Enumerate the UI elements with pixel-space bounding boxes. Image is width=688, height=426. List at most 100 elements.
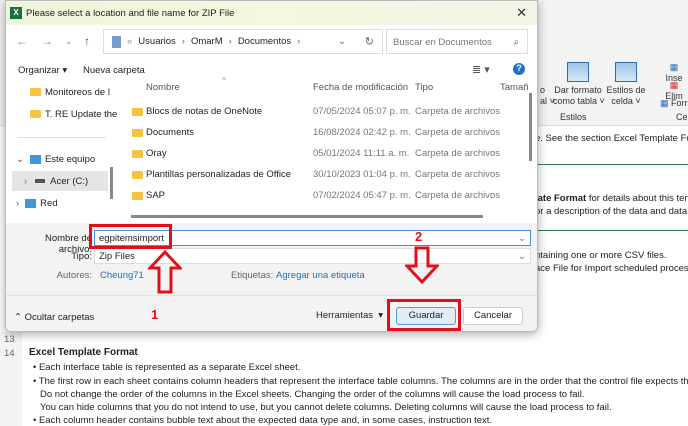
- file-name: Documents: [146, 127, 195, 138]
- format-as-table-button[interactable]: Dar formato como tabla ˅: [553, 62, 605, 107]
- hide-folders-button[interactable]: ⌃ Ocultar carpetas: [14, 312, 94, 323]
- breadcrumb-documentos[interactable]: Documentos: [238, 36, 291, 47]
- navigation-pane: Monitoreos de l T. RE Update the ⌄ Este e…: [6, 79, 117, 223]
- filename-highlight-box: [89, 224, 172, 249]
- column-name[interactable]: Nombre: [146, 82, 180, 93]
- file-name: Blocs de notas de OneNote: [146, 106, 263, 117]
- breadcrumb-usuarios[interactable]: Usuarios: [138, 36, 176, 47]
- file-name: Plantillas personalizadas de Office: [146, 169, 292, 180]
- column-size[interactable]: Tamañ: [500, 82, 529, 93]
- folder-icon: [132, 192, 143, 200]
- table-format-icon: [567, 62, 589, 82]
- excel-icon: X: [10, 7, 22, 19]
- section-heading: Excel Template Format: [29, 347, 138, 358]
- up-arrow-icon[interactable]: ↑: [84, 34, 90, 48]
- bullet-text: • Each column header contains bubble tex…: [33, 415, 493, 426]
- column-date[interactable]: Fecha de modificación: [313, 82, 408, 93]
- drive-icon: [35, 179, 46, 183]
- cell-text: ntaining one or more CSV files.: [535, 250, 667, 261]
- nav-item-drive-c[interactable]: › Acer (C:): [12, 171, 108, 191]
- file-date: 30/10/2023 01:04 p. m.: [313, 169, 411, 180]
- column-type[interactable]: Tipo: [415, 82, 433, 93]
- forward-arrow-icon[interactable]: →: [41, 34, 53, 48]
- network-icon: [25, 198, 37, 208]
- save-dialog: X Please select a location and file name…: [5, 0, 538, 332]
- file-row[interactable]: Plantillas personalizadas de Office 30/1…: [118, 165, 522, 185]
- bullet-text: Do not change the order of the columns i…: [40, 389, 585, 400]
- file-date: 07/05/2024 05:07 p. m.: [313, 106, 411, 117]
- tags-label: Etiquetas:: [231, 270, 274, 281]
- cell-styles-icon: [615, 62, 637, 82]
- formula-bar[interactable]: e. See the section Excel Template Form: [535, 133, 688, 144]
- row-number: 14: [4, 348, 15, 359]
- new-folder-button[interactable]: Nueva carpeta: [83, 65, 145, 76]
- cell-styles-button[interactable]: Estilos de celda ˅: [606, 62, 646, 107]
- nav-item-this-pc[interactable]: ⌄ Este equipo: [16, 149, 116, 169]
- file-type: Carpeta de archivos: [415, 169, 501, 180]
- file-type: Carpeta de archivos: [415, 148, 501, 159]
- folder-icon: [132, 150, 143, 158]
- vertical-scrollbar[interactable]: [529, 93, 532, 161]
- up-arrow-annotation-icon: [148, 250, 182, 294]
- breadcrumb-omarm[interactable]: OmarM: [191, 36, 223, 47]
- help-icon[interactable]: ?: [513, 63, 525, 75]
- computer-icon: [29, 154, 41, 164]
- nav-scrollbar[interactable]: [110, 167, 113, 199]
- recent-chevron-icon[interactable]: ⌄: [65, 36, 73, 47]
- nav-item-network[interactable]: › Red: [16, 193, 116, 213]
- file-date: 07/02/2024 05:47 p. m.: [313, 190, 411, 201]
- folder-icon: [132, 108, 143, 116]
- close-button[interactable]: ✕: [516, 5, 527, 21]
- cell-text: late Format for details about this tem: [535, 193, 688, 204]
- file-type: Carpeta de archivos: [415, 106, 501, 117]
- tools-button[interactable]: Herramientas ▾: [316, 310, 383, 321]
- cell-text: or a description of the data and data t: [535, 206, 688, 217]
- cell-text: ace File for Import scheduled process: [535, 263, 688, 274]
- file-type: Carpeta de archivos: [415, 127, 501, 138]
- file-list: ^ Nombre Fecha de modificación Tipo Tama…: [118, 76, 534, 223]
- folder-icon: [132, 171, 143, 179]
- back-arrow-icon[interactable]: ←: [16, 34, 28, 48]
- authors-value[interactable]: Cheung71: [100, 270, 144, 281]
- file-row[interactable]: SAP 07/02/2024 05:47 p. m. Carpeta de ar…: [118, 186, 522, 206]
- file-row[interactable]: Oray 05/01/2024 11:11 a. m. Carpeta de a…: [118, 144, 522, 164]
- file-date: 05/01/2024 11:11 a. m.: [313, 148, 410, 159]
- nav-item[interactable]: Monitoreos de l: [30, 82, 130, 102]
- row-number: 13: [4, 334, 15, 345]
- search-input[interactable]: Buscar en Documentos ⌕: [386, 29, 528, 54]
- address-bar[interactable]: « Usuarios › OmarM › Documentos › ⌄ ↻: [103, 29, 383, 54]
- dialog-title: Please select a location and file name f…: [26, 7, 235, 19]
- organize-button[interactable]: Organizar ▾: [18, 65, 67, 76]
- down-arrow-annotation-icon: [405, 246, 439, 284]
- step-2-label: 2: [415, 229, 423, 244]
- documents-icon: [112, 35, 121, 48]
- bullet-text: You can hide columns that you do not int…: [40, 402, 612, 413]
- file-row[interactable]: Blocs de notas de OneNote 07/05/2024 05:…: [118, 102, 522, 122]
- file-type: Carpeta de archivos: [415, 190, 501, 201]
- type-label: Tipo:: [71, 251, 92, 262]
- toolbar: Organizar ▾ Nueva carpeta ≣ ▾ ?: [6, 61, 537, 79]
- cells-group-label: Cel: [676, 112, 688, 122]
- file-name: Oray: [146, 148, 167, 159]
- authors-label: Autores:: [56, 270, 92, 281]
- styles-group-label: Estilos: [560, 112, 587, 122]
- address-dropdown-icon[interactable]: ⌄: [338, 36, 346, 47]
- format-cells-button[interactable]: ▦ Forr: [660, 98, 688, 109]
- refresh-icon[interactable]: ↻: [365, 35, 374, 48]
- tags-value[interactable]: Agregar una etiqueta: [276, 270, 365, 281]
- folder-icon: [30, 88, 41, 96]
- search-icon: ⌕: [513, 37, 519, 48]
- file-name: SAP: [146, 190, 166, 201]
- cancel-button[interactable]: Cancelar: [463, 307, 523, 325]
- bullet-text: • Each interface table is represented as…: [33, 362, 301, 373]
- file-date: 16/08/2024 02:42 p. m.: [313, 127, 411, 138]
- file-row[interactable]: Documents 16/08/2024 02:42 p. m. Carpeta…: [118, 123, 522, 143]
- save-highlight-box: [387, 299, 461, 331]
- bullet-text: • The first row in each sheet contains c…: [33, 376, 688, 387]
- horizontal-scrollbar[interactable]: [131, 215, 483, 218]
- view-options-icon[interactable]: ≣ ▾: [472, 63, 490, 76]
- folder-icon: [132, 129, 143, 137]
- nav-item[interactable]: T. RE Update the: [30, 104, 130, 124]
- step-1-label: 1: [151, 307, 159, 322]
- navigation-bar: ← → ⌄ ↑ « Usuarios › OmarM › Documentos › ⌄…: [6, 29, 537, 55]
